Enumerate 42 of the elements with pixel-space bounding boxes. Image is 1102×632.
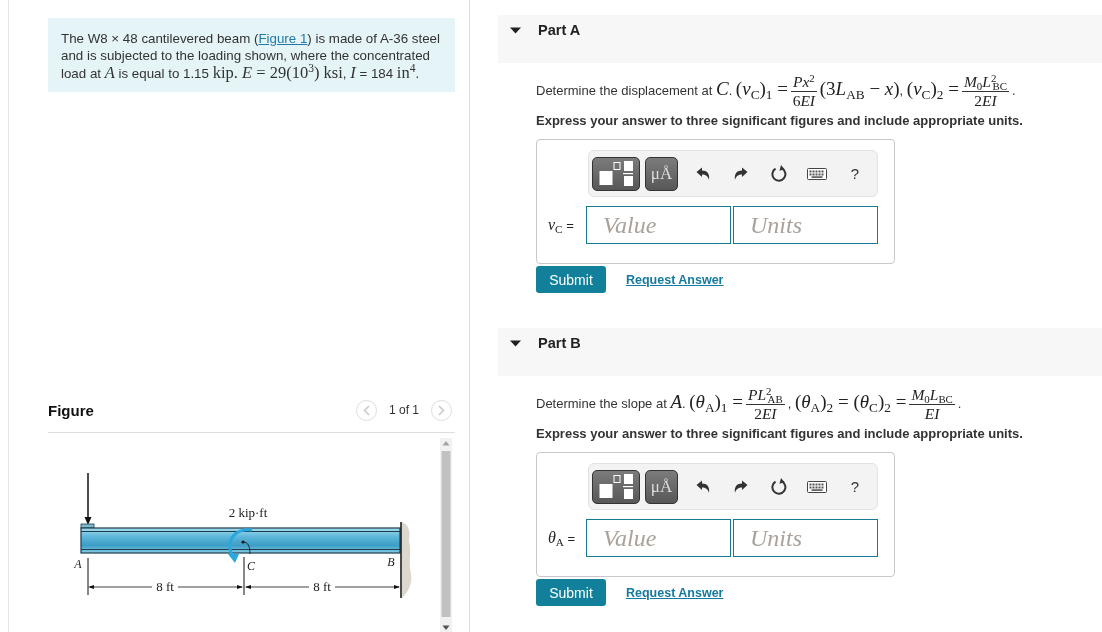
submit-button[interactable]: Submit	[536, 579, 606, 606]
value-field[interactable]: Value	[586, 519, 731, 557]
page-counter: 1 of 1	[388, 403, 419, 417]
refresh-icon[interactable]	[771, 165, 787, 182]
templates-button[interactable]	[592, 156, 640, 191]
symbols-button[interactable]: μÅ	[645, 469, 678, 504]
help-button[interactable]: ?	[845, 478, 865, 495]
undo-icon[interactable]	[696, 166, 710, 181]
undo-icon[interactable]	[696, 479, 710, 494]
templates-button[interactable]	[592, 469, 640, 504]
value-field[interactable]: Value	[586, 206, 731, 244]
answer-label: θ$_{A}$ =	[548, 529, 577, 547]
answer-label: v$_{C}$ =	[548, 216, 575, 234]
request-answer-link[interactable]: Request Answer	[626, 585, 724, 600]
dimension-label: 8 ft	[156, 579, 174, 594]
keyboard-icon[interactable]	[807, 167, 827, 180]
point-label: A	[74, 557, 82, 571]
units-field[interactable]: Units	[733, 519, 878, 557]
refresh-icon[interactable]	[771, 478, 787, 495]
dimension-label: 8 ft	[313, 579, 331, 594]
redo-icon[interactable]	[734, 479, 748, 494]
instruction-text: Express your answer to three significant figures and include appropriate units.	[536, 426, 1024, 441]
request-answer-link[interactable]: Request Answer	[626, 272, 724, 287]
figure-title: Figure	[48, 401, 94, 419]
instruction-text: Express your answer to three significant figures and include appropriate units.	[536, 113, 1024, 128]
keyboard-icon[interactable]	[807, 480, 827, 493]
redo-icon[interactable]	[734, 166, 748, 181]
scrollbar[interactable]	[440, 438, 452, 632]
part-header[interactable]: Part B	[498, 328, 1102, 376]
symbols-button[interactable]: μÅ	[645, 156, 678, 191]
templates-icon	[599, 161, 633, 186]
chevron-right-icon	[438, 404, 445, 416]
help-button[interactable]: ?	[845, 165, 865, 182]
part-header[interactable]: Part A	[498, 15, 1102, 63]
chevron-left-icon	[362, 404, 370, 416]
point-label: B	[387, 555, 395, 569]
templates-icon	[599, 474, 633, 499]
moment-label: 2 kip·ft	[228, 505, 268, 520]
units-field[interactable]: Units	[733, 206, 878, 244]
problem-text: The W8 × 48 cantilevered beam (Figure 1) is made of A-36 steel and is subjected to the loading shown, where the concentrated load at A is equal to 1.15 kip. E = 29(10$^{3}$) ksi, I = 184 in$^{4}$.	[48, 18, 455, 92]
point-label: C	[247, 559, 255, 573]
submit-button[interactable]: Submit	[536, 266, 606, 293]
